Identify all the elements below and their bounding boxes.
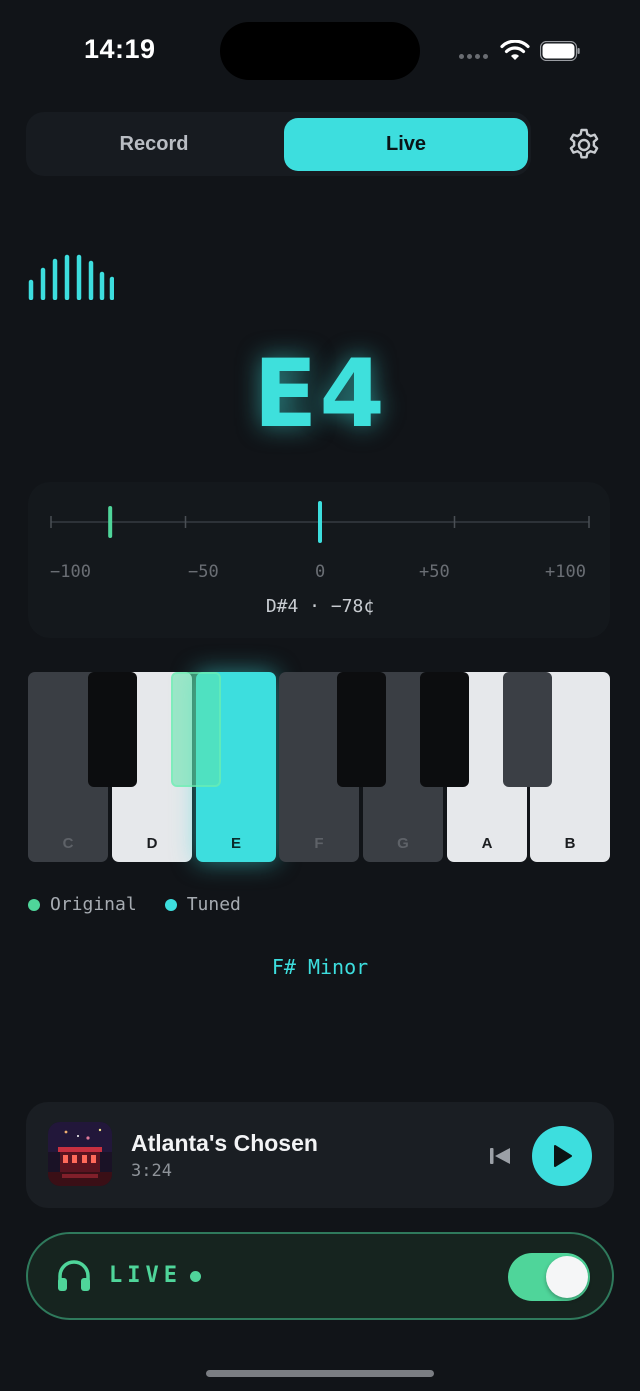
piano-key-label: A bbox=[481, 835, 493, 852]
wifi-icon bbox=[500, 40, 530, 60]
piano-key-label: E bbox=[230, 835, 241, 852]
piano-key-label: C bbox=[62, 835, 74, 852]
live-indicator-dot bbox=[190, 1271, 201, 1282]
live-label: LIVE bbox=[109, 1263, 182, 1288]
gear-icon[interactable] bbox=[566, 127, 602, 163]
piano-key-c-sharp[interactable] bbox=[88, 672, 137, 787]
headphones-icon bbox=[58, 1260, 90, 1291]
legend-original: Original bbox=[50, 894, 137, 915]
piano-key-label: F bbox=[314, 835, 324, 852]
tuned-dot bbox=[164, 898, 177, 911]
piano-keyboard: C D E F G A B bbox=[28, 672, 612, 864]
battery-icon bbox=[540, 41, 580, 61]
scale-label-zero: 0 bbox=[315, 562, 326, 582]
status-time: 14:19 bbox=[84, 34, 156, 64]
pitch-readout: D#4 · −78¢ bbox=[265, 596, 375, 617]
piano-key-g-sharp[interactable] bbox=[420, 672, 469, 787]
piano-key-label: D bbox=[146, 835, 158, 852]
original-pitch-marker bbox=[171, 672, 221, 787]
detected-note: E4 bbox=[253, 340, 387, 449]
legend-tuned: Tuned bbox=[186, 894, 241, 915]
signal-dots-icon bbox=[459, 54, 488, 59]
tab-record[interactable]: Record bbox=[30, 118, 278, 170]
piano-key-a-sharp[interactable] bbox=[503, 672, 552, 787]
audio-level-icon bbox=[28, 254, 114, 300]
play-button[interactable] bbox=[532, 1126, 592, 1186]
key-signature[interactable]: F# Minor bbox=[0, 955, 640, 979]
scale-label-plus50: +50 bbox=[419, 562, 450, 582]
play-icon bbox=[554, 1145, 572, 1167]
album-art[interactable] bbox=[48, 1122, 112, 1186]
original-dot bbox=[28, 898, 40, 911]
piano-key-f-sharp[interactable] bbox=[337, 672, 386, 787]
track-title: Atlanta's Chosen bbox=[131, 1130, 318, 1156]
scale-label-minus50: −50 bbox=[188, 562, 219, 582]
skip-back-icon[interactable] bbox=[488, 1145, 512, 1167]
scale-label-minus100: −100 bbox=[50, 562, 91, 582]
live-toggle-knob[interactable] bbox=[546, 1256, 588, 1298]
piano-key-label: G bbox=[397, 835, 409, 852]
piano-key-label: B bbox=[564, 835, 576, 852]
home-indicator bbox=[206, 1370, 434, 1377]
scale-label-plus100: +100 bbox=[545, 562, 586, 582]
legend: Original Tuned bbox=[28, 894, 241, 915]
track-duration: 3:24 bbox=[131, 1161, 172, 1181]
tab-live[interactable]: Live bbox=[284, 118, 528, 171]
now-playing-card bbox=[26, 1102, 614, 1208]
dynamic-island bbox=[220, 22, 420, 80]
